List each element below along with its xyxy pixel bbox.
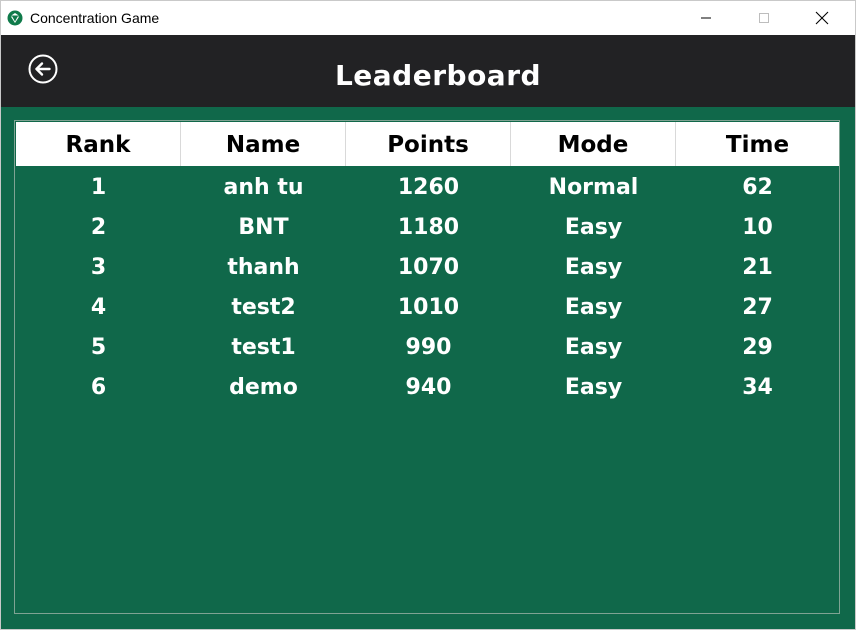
cell-time: 29 [742, 334, 773, 360]
cell-rank: 2 [90, 214, 107, 240]
cell-time: 21 [742, 254, 773, 280]
table-body: 1 anh tu 1260 Normal 62 2 BNT 1180 Easy … [16, 167, 839, 407]
cell-name: thanh [227, 254, 300, 280]
column-header-points[interactable]: Points [346, 122, 511, 166]
app-gem-icon [7, 10, 23, 26]
maximize-icon [759, 13, 769, 23]
leaderboard-table: Rank Name Points Mode Time 1 anh tu 1260… [14, 120, 840, 614]
column-header-time[interactable]: Time [676, 122, 839, 166]
cell-name: demo [229, 374, 298, 400]
leaderboard-panel: Rank Name Points Mode Time 1 anh tu 1260… [1, 107, 855, 629]
cell-rank: 6 [90, 374, 107, 400]
cell-rank: 3 [90, 254, 107, 280]
close-button[interactable] [793, 1, 851, 35]
cell-mode: Easy [564, 254, 623, 280]
title-bar: Concentration Game [1, 1, 855, 35]
cell-rank: 5 [90, 334, 107, 360]
close-icon [815, 11, 829, 25]
cell-mode: Normal [548, 174, 639, 200]
maximize-button[interactable] [735, 1, 793, 35]
cell-name: test1 [231, 334, 296, 360]
table-row[interactable]: 1 anh tu 1260 Normal 62 [16, 167, 839, 207]
cell-points: 1010 [397, 294, 460, 320]
cell-points: 990 [405, 334, 452, 360]
cell-time: 10 [742, 214, 773, 240]
table-row[interactable]: 5 test1 990 Easy 29 [16, 327, 839, 367]
cell-mode: Easy [564, 294, 623, 320]
app-window: Concentration Game Leaderboard Rank Name… [0, 0, 856, 630]
cell-points: 940 [405, 374, 452, 400]
cell-points: 1070 [397, 254, 460, 280]
cell-time: 34 [742, 374, 773, 400]
minimize-icon [701, 17, 711, 19]
table-row[interactable]: 2 BNT 1180 Easy 10 [16, 207, 839, 247]
table-header-row: Rank Name Points Mode Time [16, 122, 839, 166]
cell-time: 62 [742, 174, 773, 200]
leaderboard-header: Leaderboard [1, 35, 855, 107]
table-row[interactable]: 3 thanh 1070 Easy 21 [16, 247, 839, 287]
cell-points: 1260 [397, 174, 460, 200]
column-header-mode[interactable]: Mode [511, 122, 676, 166]
cell-name: test2 [231, 294, 296, 320]
table-row[interactable]: 6 demo 940 Easy 34 [16, 367, 839, 407]
window-title: Concentration Game [30, 10, 160, 26]
page-title: Leaderboard [334, 59, 542, 92]
table-row[interactable]: 4 test2 1010 Easy 27 [16, 287, 839, 327]
cell-points: 1180 [397, 214, 460, 240]
column-header-name[interactable]: Name [181, 122, 346, 166]
cell-name: BNT [238, 214, 289, 240]
cell-rank: 1 [90, 174, 107, 200]
cell-mode: Easy [564, 334, 623, 360]
cell-mode: Easy [564, 214, 623, 240]
cell-name: anh tu [223, 174, 304, 200]
column-header-rank[interactable]: Rank [16, 122, 181, 166]
cell-time: 27 [742, 294, 773, 320]
minimize-button[interactable] [677, 1, 735, 35]
cell-rank: 4 [90, 294, 107, 320]
cell-mode: Easy [564, 374, 623, 400]
